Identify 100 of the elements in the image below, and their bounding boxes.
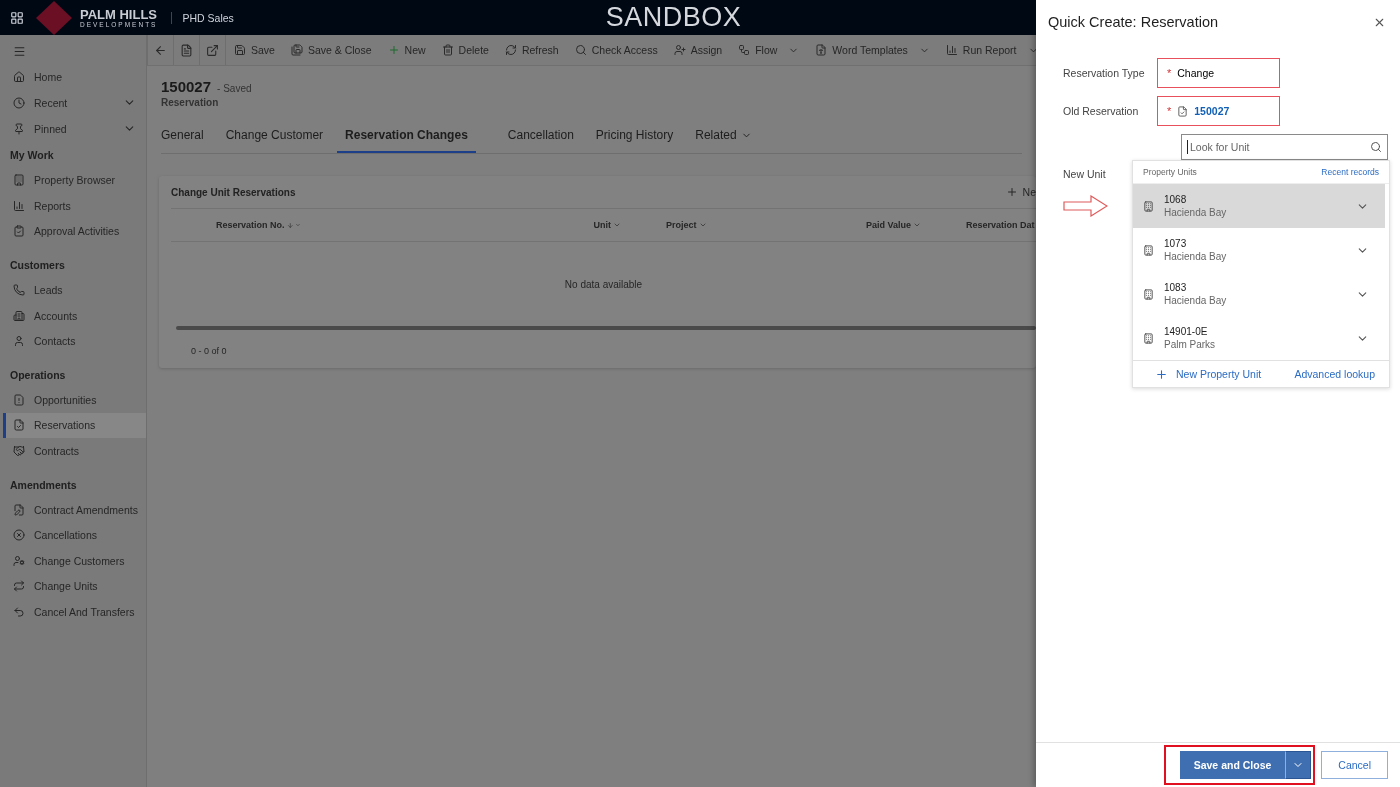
nav-item[interactable]: Opportunities — [0, 386, 146, 413]
nav-item[interactable]: Approval Activities — [0, 218, 146, 245]
entity-name: Reservation — [161, 97, 220, 108]
column-header[interactable]: Reservation No. — [171, 220, 301, 230]
tab[interactable]: Change Customer — [217, 122, 332, 153]
required-marker: * — [1167, 67, 1172, 79]
nav-icon — [13, 580, 25, 593]
chevron-icon — [913, 221, 921, 229]
nav-icon — [13, 174, 25, 187]
nav-icon — [13, 309, 25, 322]
nav-item[interactable]: Change Units — [0, 573, 146, 600]
app-launcher-icon[interactable] — [10, 10, 24, 25]
tab[interactable]: Cancellation — [499, 122, 582, 153]
tab[interactable]: Pricing History — [587, 122, 682, 153]
save-icon — [234, 44, 246, 56]
chevron-icon — [698, 221, 707, 229]
nav-icon — [13, 225, 25, 238]
nav-item[interactable]: Cancellations — [0, 522, 146, 548]
nav-item[interactable]: Leads — [0, 277, 146, 303]
nav-item[interactable]: Reservations — [3, 412, 146, 439]
plus-icon — [387, 44, 400, 56]
column-header[interactable]: Paid Value — [761, 220, 921, 230]
refresh-icon — [504, 44, 517, 56]
document-icon — [180, 43, 193, 57]
sort-arrow-icon — [286, 220, 294, 230]
toolbar-button[interactable]: Assign — [665, 35, 731, 65]
app-name[interactable]: PHD Sales — [171, 11, 234, 24]
field-input[interactable]: * 150027 — [1157, 96, 1280, 126]
toolbar-button[interactable]: Delete — [433, 35, 497, 65]
horizontal-scrollbar[interactable] — [176, 326, 1036, 330]
add-record-button[interactable]: Ne — [997, 177, 1036, 207]
empty-message: No data available — [564, 278, 643, 290]
result-item[interactable]: 1068 Hacienda Bay — [1133, 184, 1385, 228]
document-icon — [815, 44, 828, 56]
panel-title: Quick Create: Reservation — [1048, 14, 1219, 30]
toolbar-button[interactable]: New — [379, 35, 434, 65]
environment-label: SANDBOX — [605, 2, 742, 33]
search-icon[interactable] — [1370, 141, 1382, 153]
save-all-icon — [290, 44, 303, 56]
toolbar-button[interactable]: Check Access — [566, 35, 666, 65]
toolbar-button[interactable]: Save & Close — [282, 35, 380, 65]
nav-item[interactable]: Accounts — [0, 302, 146, 329]
nav-item[interactable]: Property Browser — [0, 167, 146, 193]
plus-icon — [1005, 186, 1018, 198]
nav-item[interactable]: Pinned — [34, 122, 114, 135]
tab[interactable]: General — [161, 122, 212, 153]
toolbar-button[interactable]: Save — [226, 35, 283, 65]
menu-icon[interactable] — [13, 45, 26, 59]
record-icon — [1177, 105, 1189, 117]
nav-icon — [13, 503, 25, 516]
toolbar-button[interactable]: Run Report — [937, 35, 1036, 65]
nav-icon — [13, 335, 25, 348]
cancel-button[interactable]: Cancel — [1321, 751, 1388, 779]
nav-item[interactable]: Recent — [34, 97, 114, 109]
list-title: Property Units — [1143, 167, 1197, 177]
nav-item[interactable]: Contacts — [0, 328, 146, 354]
nav-group-title: Customers — [9, 258, 66, 274]
nav-item[interactable]: Home — [34, 71, 146, 84]
save-status: - Saved — [217, 83, 252, 94]
clock-icon — [13, 97, 25, 109]
nav-icon — [13, 393, 25, 406]
new-record-link[interactable]: New Property Unit — [1155, 367, 1262, 381]
nav-item[interactable]: Cancel And Transfers — [0, 599, 146, 625]
building-icon — [1143, 244, 1154, 256]
nav-icon — [13, 199, 25, 212]
back-button[interactable] — [147, 35, 174, 65]
toolbar-button[interactable]: Refresh — [496, 35, 567, 65]
lookup-search-field[interactable]: Look for Unit — [1181, 134, 1388, 160]
nav-item[interactable]: Contracts — [0, 438, 146, 464]
advanced-lookup-link[interactable]: Advanced lookup — [1294, 368, 1375, 380]
chevron-icon — [613, 221, 621, 229]
chart-icon — [945, 44, 958, 56]
chevron-icon — [295, 221, 301, 229]
nav-group-title: My Work — [9, 148, 55, 164]
nav-item[interactable]: Reports — [0, 192, 146, 219]
recent-records-link[interactable]: Recent records — [1321, 167, 1379, 177]
save-and-close-button[interactable]: Save and Close — [1179, 751, 1286, 779]
user-plus-icon — [673, 44, 686, 56]
split-menu-button[interactable] — [1285, 751, 1312, 779]
record-count: 0 - 0 of 0 — [190, 345, 228, 356]
building-icon — [1143, 200, 1154, 212]
column-header[interactable]: Reservation Dat — [921, 220, 1036, 230]
pop-out-icon — [206, 43, 219, 57]
nav-icon — [13, 605, 25, 618]
column-header[interactable]: Project — [621, 220, 761, 230]
toolbar-button[interactable]: Flow — [730, 35, 808, 65]
nav-icon — [13, 529, 25, 542]
column-header[interactable]: Unit — [301, 220, 621, 230]
nav-item[interactable]: Contract Amendments — [0, 496, 146, 523]
nav-icon — [13, 283, 25, 296]
required-marker: * — [1167, 105, 1172, 117]
building-icon — [1143, 288, 1154, 300]
tab[interactable]: Related — [687, 122, 760, 153]
field-input[interactable]: * Change — [1157, 58, 1280, 88]
toolbar-button[interactable]: Word Templates — [807, 35, 938, 65]
grid-title: Change Unit Reservations — [171, 186, 296, 198]
nav-item[interactable]: Change Customers — [0, 547, 146, 574]
field-label: Old Reservation — [1063, 105, 1140, 117]
arrow-icon — [1063, 195, 1108, 217]
tab[interactable]: Reservation Changes — [337, 122, 476, 153]
